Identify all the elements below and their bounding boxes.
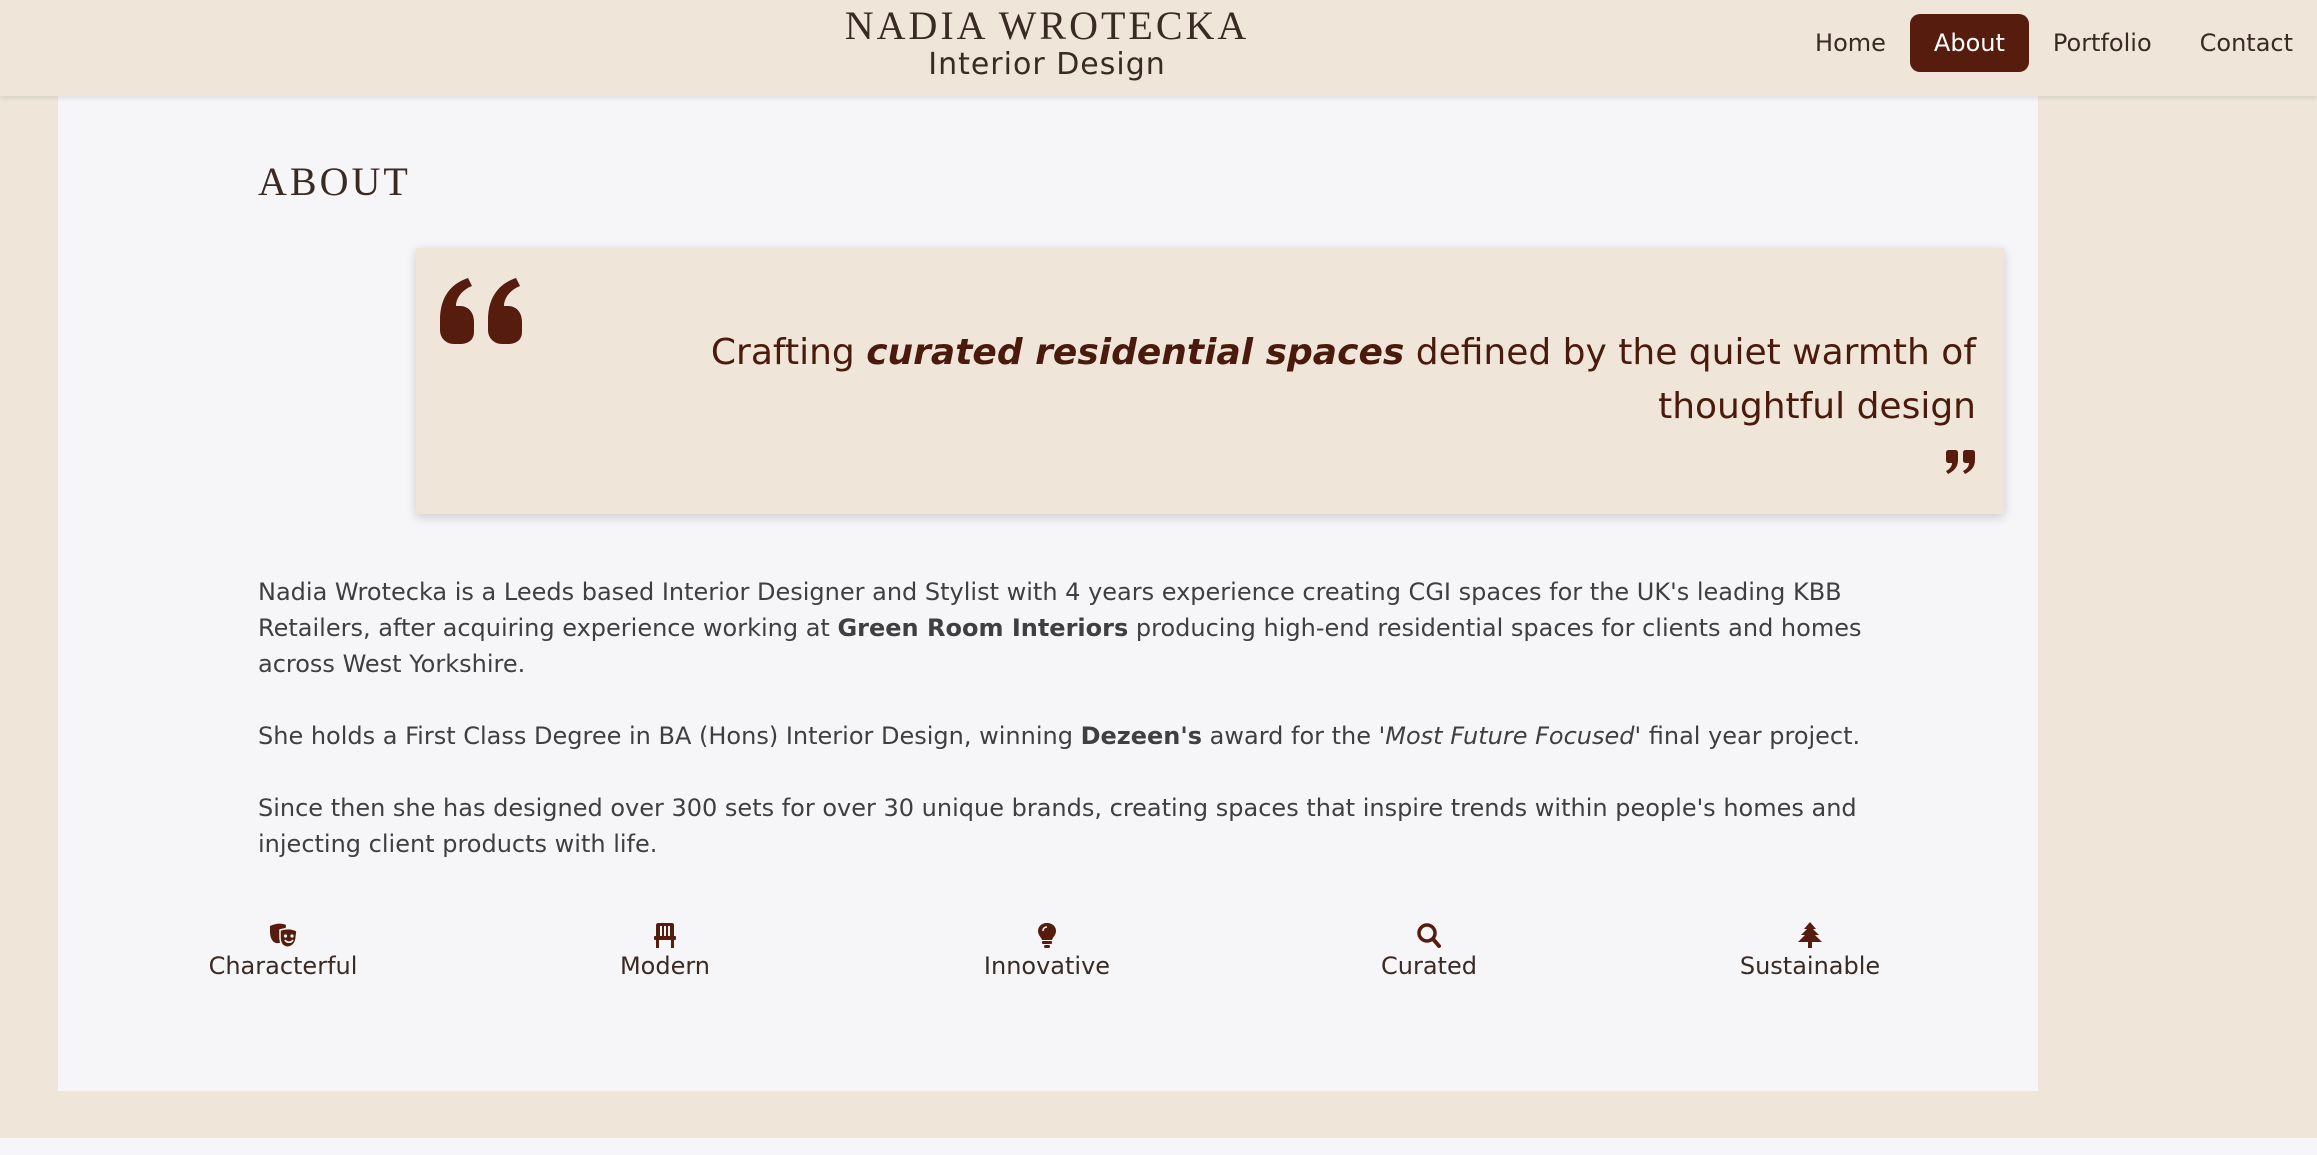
bio-paragraph: Since then she has designed over 300 set… — [258, 790, 1878, 862]
lightbulb-icon — [1038, 923, 1056, 948]
bio-text: She holds a First Class Degree in BA (Ho… — [258, 722, 1081, 750]
bio-paragraph: She holds a First Class Degree in BA (Ho… — [258, 718, 1878, 754]
brand-subtitle: Interior Design — [928, 47, 1166, 82]
award-source: Dezeen's — [1080, 722, 1203, 750]
about-panel: ABOUT Crafting curated residential space… — [58, 96, 2038, 1091]
value-modern: Modern — [545, 922, 785, 980]
quote-box: Crafting curated residential spaces defi… — [416, 248, 2004, 514]
quote-text-pre: Crafting — [710, 332, 867, 373]
quote-text: Crafting curated residential spaces defi… — [536, 326, 1976, 434]
page-title: ABOUT — [258, 159, 411, 204]
bio-text: award for the — [1202, 722, 1379, 750]
brand[interactable]: NADIA WROTECKA Interior Design — [0, 4, 2094, 82]
footer-strip — [0, 1138, 2317, 1155]
quote-text-post: defined by the quiet warmth of thoughtfu… — [1404, 332, 1976, 427]
quote-open-icon — [440, 278, 522, 344]
bio-text: Since then she has designed over 300 set… — [258, 794, 1857, 858]
value-sustainable: Sustainable — [1690, 922, 1930, 980]
bio: Nadia Wrotecka is a Leeds based Interior… — [258, 574, 1878, 898]
main-nav: Home About Portfolio Contact — [1791, 14, 2317, 72]
theater-masks-icon — [270, 923, 298, 948]
nav-portfolio[interactable]: Portfolio — [2029, 14, 2176, 72]
award-name: 'Most Future Focused' — [1378, 722, 1642, 750]
nav-contact[interactable]: Contact — [2176, 14, 2317, 72]
value-innovative: Innovative — [927, 922, 1167, 980]
tree-icon — [1798, 922, 1822, 948]
bio-text: final year project. — [1641, 722, 1861, 750]
chair-icon — [654, 923, 676, 948]
value-label: Characterful — [208, 952, 358, 980]
value-label: Sustainable — [1739, 952, 1881, 980]
value-label: Innovative — [983, 952, 1111, 980]
value-label: Modern — [619, 952, 711, 980]
brand-name: NADIA WROTECKA — [844, 3, 1250, 48]
values-row: Characterful Modern Innovative Curated S… — [58, 922, 1966, 1002]
company-name: Green Room Interiors — [837, 614, 1129, 642]
nav-home[interactable]: Home — [1791, 14, 1910, 72]
value-curated: Curated — [1309, 922, 1549, 980]
quote-close-icon — [1946, 450, 1975, 474]
value-characterful: Characterful — [163, 922, 403, 980]
search-icon — [1417, 923, 1441, 948]
nav-about[interactable]: About — [1909, 14, 2029, 72]
bio-paragraph: Nadia Wrotecka is a Leeds based Interior… — [258, 574, 1878, 682]
value-label: Curated — [1381, 952, 1477, 980]
site-header: NADIA WROTECKA Interior Design Home Abou… — [0, 0, 2317, 96]
quote-emphasis: curated residential spaces — [866, 332, 1405, 373]
